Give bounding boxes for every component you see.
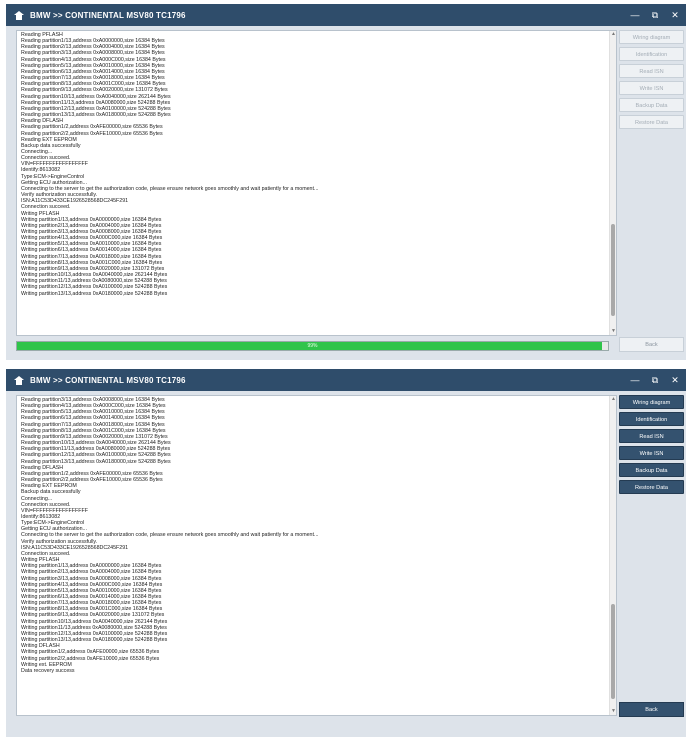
scroll-down-icon[interactable]: ▼ <box>611 709 616 714</box>
log-scrollbar[interactable]: ▲ ▼ <box>609 396 616 715</box>
window-title: BMW >> CONTINENTAL MSV80 TC1796 <box>30 10 186 20</box>
title-bar: BMW >> CONTINENTAL MSV80 TC1796 — ⧉ ✕ <box>6 4 686 26</box>
progress-bar: 99% <box>16 341 609 351</box>
home-icon[interactable] <box>14 10 24 20</box>
restore-icon[interactable]: ⧉ <box>650 10 660 21</box>
scroll-up-icon[interactable]: ▲ <box>611 32 616 37</box>
wiring-diagram-button[interactable]: Wiring diagram <box>619 395 684 409</box>
write-isn-button[interactable]: Write ISN <box>619 446 684 460</box>
log-scrollbar[interactable]: ▲ ▼ <box>609 31 616 335</box>
log-text: Reading partition3/13,address 0xA0008000… <box>17 396 616 675</box>
scroll-up-icon[interactable]: ▲ <box>611 397 616 402</box>
log-panel[interactable]: Reading PFLASH Reading partition1/13,addr… <box>16 30 617 336</box>
function-sidebar: Wiring diagram Identification Read ISN Writ… <box>617 395 686 497</box>
scroll-down-icon[interactable]: ▼ <box>611 329 616 334</box>
log-line: Writing partition13/13,address 0xA018000… <box>21 290 168 297</box>
home-icon[interactable] <box>14 375 24 385</box>
log-line: Data recovery success <box>21 667 75 674</box>
close-icon[interactable]: ✕ <box>670 10 680 21</box>
restore-icon[interactable]: ⧉ <box>650 375 660 386</box>
window-title: BMW >> CONTINENTAL MSV80 TC1796 <box>30 375 186 385</box>
identification-button[interactable]: Identification <box>619 47 684 61</box>
identification-button[interactable]: Identification <box>619 412 684 426</box>
backup-data-button[interactable]: Backup Data <box>619 98 684 112</box>
scrollbar-thumb[interactable] <box>611 604 615 699</box>
restore-data-button[interactable]: Restore Data <box>619 480 684 494</box>
close-icon[interactable]: ✕ <box>670 375 680 386</box>
wiring-diagram-button[interactable]: Wiring diagram <box>619 30 684 44</box>
backup-data-button[interactable]: Backup Data <box>619 463 684 477</box>
log-text: Reading PFLASH Reading partition1/13,addr… <box>17 31 616 298</box>
window-controls: — ⧉ ✕ <box>630 369 680 391</box>
app-window-writing: BMW >> CONTINENTAL MSV80 TC1796 — ⧉ ✕ Re… <box>6 4 686 360</box>
minimize-icon[interactable]: — <box>630 375 640 385</box>
back-button[interactable]: Back <box>619 702 684 717</box>
write-isn-button[interactable]: Write ISN <box>619 81 684 95</box>
read-isn-button[interactable]: Read ISN <box>619 429 684 443</box>
function-sidebar: Wiring diagram Identification Read ISN Writ… <box>617 30 686 132</box>
restore-data-button[interactable]: Restore Data <box>619 115 684 129</box>
scrollbar-thumb[interactable] <box>611 223 615 317</box>
read-isn-button[interactable]: Read ISN <box>619 64 684 78</box>
progress-label: 99% <box>307 343 318 349</box>
title-bar: BMW >> CONTINENTAL MSV80 TC1796 — ⧉ ✕ <box>6 369 686 391</box>
window-controls: — ⧉ ✕ <box>630 4 680 26</box>
back-button[interactable]: Back <box>619 337 684 352</box>
minimize-icon[interactable]: — <box>630 10 640 20</box>
log-panel[interactable]: Reading partition3/13,address 0xA0008000… <box>16 395 617 716</box>
app-window-complete: BMW >> CONTINENTAL MSV80 TC1796 — ⧉ ✕ Re… <box>6 369 686 737</box>
